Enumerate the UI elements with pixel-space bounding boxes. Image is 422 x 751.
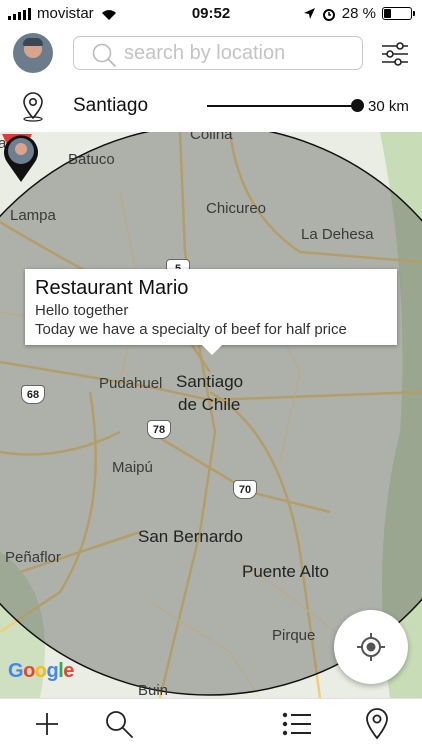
battery-icon	[382, 7, 415, 20]
place-label: San Bernardo	[138, 527, 243, 546]
alarm-icon	[322, 8, 335, 21]
search-bar[interactable]	[73, 36, 363, 70]
battery-percent: 28 %	[341, 5, 376, 22]
status-bar: movistar 09:52 28 %	[0, 0, 422, 30]
place-label: Buin	[138, 682, 169, 698]
slider-track	[207, 105, 363, 107]
current-city[interactable]: Santiago	[73, 95, 148, 117]
location-pin-icon[interactable]	[20, 92, 46, 122]
google-logo: Google	[8, 660, 74, 682]
map-view[interactable]: Colina auma Batuco Lampa Chicureo La Deh…	[0, 132, 422, 698]
radius-slider[interactable]	[207, 95, 364, 117]
place-label: Lampa	[10, 207, 56, 224]
place-label: Santiago	[176, 372, 244, 391]
place-label: Pirque	[272, 627, 316, 644]
add-icon[interactable]	[30, 707, 64, 741]
place-label: Puente Alto	[242, 562, 329, 581]
place-label: Maipú	[112, 459, 153, 476]
crosshair-icon	[357, 633, 385, 661]
search-input[interactable]	[124, 40, 354, 66]
place-label: La Dehesa	[301, 226, 374, 243]
bottom-tab-bar	[0, 698, 422, 751]
route-shield: 78	[147, 420, 171, 439]
popup-title: Restaurant Mario	[35, 277, 189, 299]
route-shield: 68	[21, 385, 45, 404]
search-icon[interactable]	[102, 707, 136, 741]
avatar[interactable]	[13, 33, 53, 73]
popup-line: Today we have a specialty of beef for ha…	[35, 321, 347, 338]
my-location-button[interactable]	[334, 610, 408, 684]
place-label: Batuco	[68, 151, 115, 168]
place-label: Pudahuel	[99, 375, 163, 392]
popup-line: Hello together	[35, 302, 129, 319]
radius-value: 30 km	[368, 98, 409, 115]
route-shield: 70	[233, 480, 257, 499]
list-icon[interactable]	[280, 707, 314, 741]
place-label: de Chile	[178, 395, 241, 414]
restaurant-popup[interactable]: Restaurant Mario Hello together Today we…	[25, 269, 397, 355]
location-arrow-icon	[303, 8, 315, 19]
place-label: Colina	[190, 132, 233, 143]
place-label: Chicureo	[206, 200, 267, 217]
place-label: Peñaflor	[5, 549, 61, 566]
black-map-pin-icon[interactable]	[0, 132, 42, 184]
slider-knob[interactable]	[351, 99, 364, 112]
map-pin-icon[interactable]	[360, 707, 394, 741]
filter-settings-icon[interactable]	[380, 39, 410, 69]
search-icon	[92, 43, 116, 67]
